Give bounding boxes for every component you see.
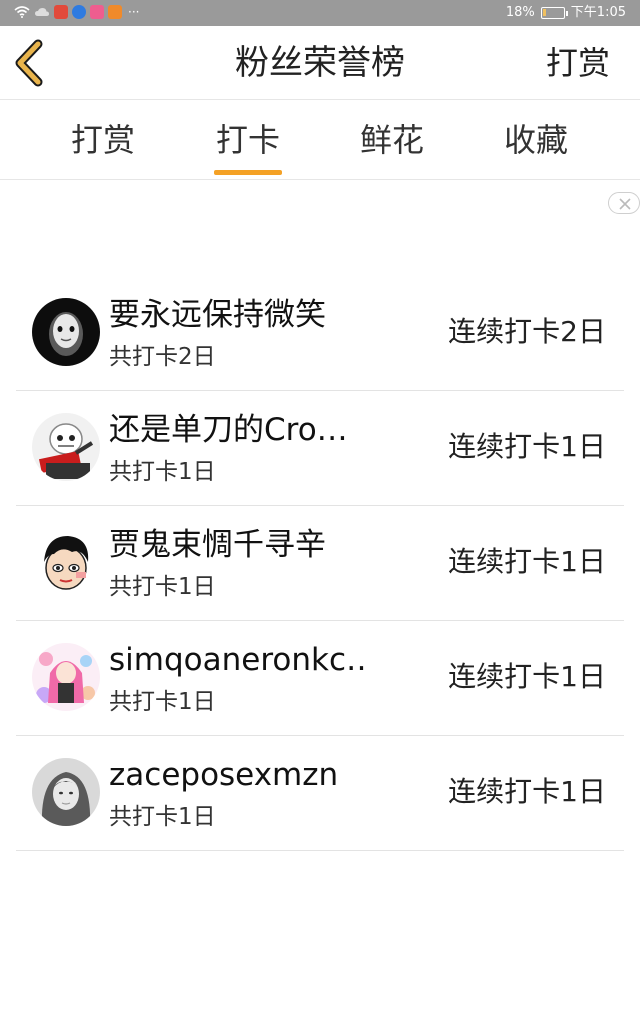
user-name: 要永远保持微笑 — [109, 297, 326, 333]
checkin-streak: 连续打卡1日 — [448, 430, 606, 463]
play-icon — [108, 5, 122, 19]
tab-bar: 打赏 打卡 鲜花 收藏 — [0, 100, 640, 180]
cartoon-boy-avatar[interactable] — [32, 528, 100, 596]
checkin-streak: 连续打卡1日 — [448, 660, 606, 693]
total-checkins: 共打卡1日 — [109, 459, 216, 485]
photo-girl-avatar[interactable] — [32, 758, 100, 826]
active-tab-indicator — [214, 170, 282, 175]
user-name: zaceposexmzn — [109, 757, 339, 793]
checkin-ranking-list: 要永远保持微笑 共打卡2日 连续打卡2日 还是单刀的Cro… 共打卡1日 连续打… — [16, 276, 624, 851]
anime-girl-avatar[interactable] — [32, 643, 100, 711]
app-icon-red — [54, 5, 68, 19]
status-icons: ··· — [14, 5, 139, 19]
list-item[interactable]: 贾鬼束惆千寻辛 共打卡1日 连续打卡1日 — [16, 506, 624, 621]
battery-icon — [540, 6, 568, 19]
tab-checkin[interactable]: 打卡 — [193, 120, 303, 160]
cloud-icon — [35, 8, 49, 16]
list-item[interactable]: zaceposexmzn 共打卡1日 连续打卡1日 — [16, 736, 624, 851]
chevron-left-icon — [15, 39, 43, 87]
page-title: 粉丝荣誉榜 — [235, 43, 405, 83]
checkin-streak: 连续打卡1日 — [448, 545, 606, 578]
back-button[interactable] — [10, 38, 54, 88]
list-item[interactable]: 要永远保持微笑 共打卡2日 连续打卡2日 — [16, 276, 624, 391]
status-bar: ··· 18% 下午1:05 — [0, 0, 640, 26]
battery-percent: 18% — [505, 5, 535, 20]
tab-flowers[interactable]: 鲜花 — [337, 120, 447, 160]
tab-reward[interactable]: 打赏 — [48, 120, 158, 160]
tab-favorites[interactable]: 收藏 — [481, 120, 591, 160]
list-item[interactable]: 还是单刀的Cro… 共打卡1日 连续打卡1日 — [16, 391, 624, 506]
list-item[interactable]: simqoaneronkc… 共打卡1日 连续打卡1日 — [16, 621, 624, 736]
user-name: 还是单刀的Cro… — [109, 412, 348, 448]
more-notifications: ··· — [128, 5, 140, 19]
reward-button[interactable]: 打赏 — [546, 42, 610, 84]
checkin-streak: 连续打卡1日 — [448, 775, 606, 808]
app-header: 粉丝荣誉榜 打赏 — [0, 26, 640, 100]
total-checkins: 共打卡1日 — [109, 689, 216, 715]
close-icon — [619, 198, 631, 210]
checkin-streak: 连续打卡2日 — [448, 315, 606, 348]
total-checkins: 共打卡1日 — [109, 804, 216, 830]
clock: 下午1:05 — [570, 5, 626, 20]
user-name: 贾鬼束惆千寻辛 — [109, 527, 326, 563]
app-icon-pink — [90, 5, 104, 19]
app-icon-blue — [72, 5, 86, 19]
mask-avatar[interactable] — [32, 298, 100, 366]
user-name: simqoaneronkc… — [109, 642, 369, 678]
total-checkins: 共打卡2日 — [109, 344, 216, 370]
skeleton-avatar[interactable] — [32, 413, 100, 481]
total-checkins: 共打卡1日 — [109, 574, 216, 600]
close-ad-button[interactable] — [608, 192, 640, 214]
wifi-icon — [14, 6, 30, 18]
